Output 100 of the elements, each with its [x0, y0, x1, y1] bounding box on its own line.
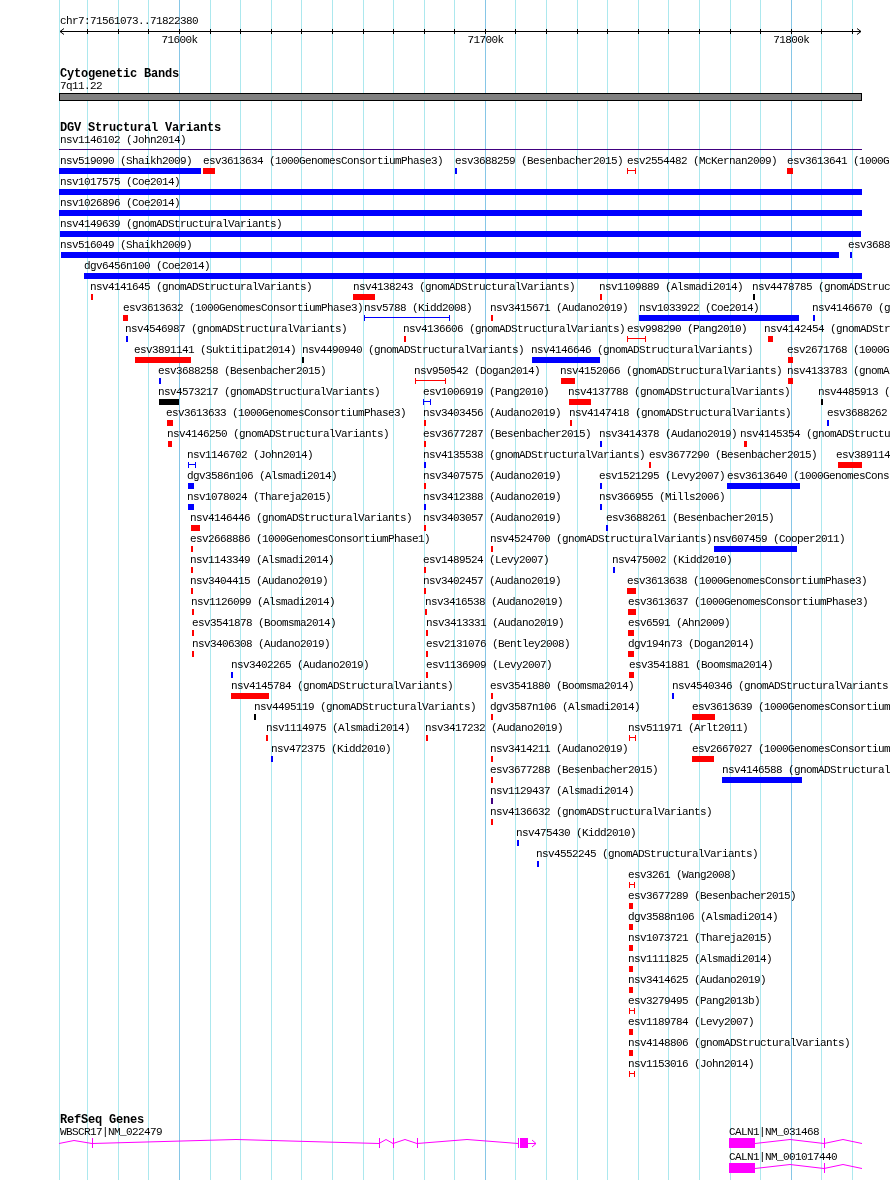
gene-label: WBSCR17|NM_022479: [60, 1126, 163, 1138]
variant-label: nsv4540346 (gnomADStructuralVariants: [672, 680, 889, 693]
variant-label: nsv4138243 (gnomADStructuralVariants): [353, 281, 576, 294]
variant-label: esv3688259 (Besenbacher2015): [455, 155, 624, 168]
variant-label: nsv4478785 (gnomADStruc: [752, 281, 890, 294]
variant-label: nsv511971 (Arlt2011): [628, 722, 749, 735]
variant-label: nsv3403456 (Audano2019): [423, 407, 562, 420]
variant-label: nsv475002 (Kidd2010): [612, 554, 733, 567]
variant-label: nsv1143349 (Alsmadi2014): [190, 554, 335, 567]
tick-label: 71600k: [161, 34, 198, 47]
track-title: DGV Structural Variants: [60, 122, 222, 134]
variant-label: nsv472375 (Kidd2010): [271, 743, 392, 756]
variant-label: esv3613634 (1000GenomesConsortiumPhase3): [203, 155, 444, 168]
variant-label: esv3613638 (1000GenomesConsortiumPhase3): [627, 575, 868, 588]
variant-label: nsv4524700 (gnomADStructuralVariants): [490, 533, 713, 546]
variant-label: nsv1146102 (John2014): [60, 134, 187, 147]
variant-label: esv1189784 (Levy2007): [628, 1016, 755, 1029]
variant-label: nsv3402265 (Audano2019): [231, 659, 370, 672]
variant-label: esv3613640 (1000GenomesCons: [727, 470, 890, 483]
band-label: 7q11.22: [60, 80, 102, 92]
variant-label: nsv4136632 (gnomADStructuralVariants): [490, 806, 713, 819]
variant-label: esv2667027 (1000GenomesConsortium: [692, 743, 890, 756]
variant-label: esv3677288 (Besenbacher2015): [490, 764, 659, 777]
variant-label: nsv4495119 (gnomADStructuralVariants): [254, 701, 477, 714]
variant-label: nsv519090 (Shaikh2009): [60, 155, 193, 168]
variant-label: nsv4146646 (gnomADStructuralVariants): [531, 344, 754, 357]
variant-label: nsv3402457 (Audano2019): [423, 575, 562, 588]
tick-label: 71700k: [467, 34, 504, 47]
variant-label: dgv194n73 (Dogan2014): [628, 638, 755, 651]
variant-label: nsv516049 (Shaikh2009): [60, 239, 193, 252]
variant-label: nsv4145784 (gnomADStructuralVariants): [231, 680, 454, 693]
variant-label: nsv1078024 (Thareja2015): [187, 491, 332, 504]
variant-label: esv3279495 (Pang2013b): [628, 995, 761, 1008]
variant-label: esv3677287 (Besenbacher2015): [423, 428, 592, 441]
variant-label: esv3613632 (1000GenomesConsortiumPhase3): [123, 302, 364, 315]
variant-label: esv3891141 (Suktitipat2014): [134, 344, 297, 357]
variant-label: nsv1126099 (Alsmadi2014): [191, 596, 336, 609]
tick-label: 71800k: [773, 34, 810, 47]
variant-label: nsv4146670 (g: [812, 302, 890, 315]
variant-label: nsv950542 (Dogan2014): [414, 365, 541, 378]
variant-label: dgv3586n106 (Alsmadi2014): [187, 470, 338, 483]
variant-label: nsv4149639 (gnomADStructuralVariants): [60, 218, 283, 231]
variant-label: nsv1146702 (John2014): [187, 449, 314, 462]
variant-label: esv1136909 (Levy2007): [426, 659, 553, 672]
variant-label: nsv4573217 (gnomADStructuralVariants): [158, 386, 381, 399]
variant-label: esv3613639 (1000GenomesConsortium: [692, 701, 890, 714]
gene-label: CALN1|NM_031468: [729, 1126, 820, 1138]
variant-label: nsv4546987 (gnomADStructuralVariants): [125, 323, 348, 336]
variant-label: nsv1073721 (Thareja2015): [628, 932, 773, 945]
variant-label: nsv1033922 (Coe2014): [639, 302, 760, 315]
variant-label: nsv4148806 (gnomADStructuralVariants): [628, 1037, 851, 1050]
variant-label: nsv1026896 (Coe2014): [60, 197, 181, 210]
variant-label: esv1521295 (Levy2007): [599, 470, 726, 483]
variant-label: nsv475430 (Kidd2010): [516, 827, 637, 840]
gene-label: CALN1|NM_001017440: [729, 1151, 838, 1163]
variant-label: esv3541880 (Boomsma2014): [490, 680, 635, 693]
variant-label: nsv3415671 (Audano2019): [490, 302, 629, 315]
variant-label: nsv4146588 (gnomADStructural: [722, 764, 890, 777]
variant-label: nsv3412388 (Audano2019): [423, 491, 562, 504]
variant-label: nsv4142454 (gnomADStr: [764, 323, 890, 336]
variant-label: esv3688261 (Besenbacher2015): [606, 512, 775, 525]
variant-label: nsv4145354 (gnomADStructu: [740, 428, 890, 441]
variant-label: nsv4147418 (gnomADStructuralVariants): [569, 407, 792, 420]
variant-label: nsv366955 (Mills2006): [599, 491, 726, 504]
coordinate-range-label: chr7:71561073..71822380: [60, 15, 199, 28]
variant-label: esv1489524 (Levy2007): [423, 554, 550, 567]
variant-label: nsv4490940 (gnomADStructuralVariants): [302, 344, 525, 357]
variant-label: esv2671768 (1000G: [787, 344, 890, 357]
variant-label: esv3541878 (Boomsma2014): [192, 617, 337, 630]
variant-label: nsv3417232 (Audano2019): [425, 722, 564, 735]
variant-label: nsv1129437 (Alsmadi2014): [490, 785, 635, 798]
variant-label: esv389114: [836, 449, 890, 462]
variant-label: nsv1111825 (Alsmadi2014): [628, 953, 773, 966]
variant-label: nsv4136606 (gnomADStructuralVariants): [403, 323, 626, 336]
variant-label: esv3688258 (Besenbacher2015): [158, 365, 327, 378]
variant-label: nsv4152066 (gnomADStructuralVariants): [560, 365, 783, 378]
variant-label: nsv3407575 (Audano2019): [423, 470, 562, 483]
variant-label: nsv4133783 (gnomA: [787, 365, 890, 378]
variant-label: esv3677290 (Besenbacher2015): [649, 449, 818, 462]
variant-label: nsv4135538 (gnomADStructuralVariants): [423, 449, 646, 462]
variant-label: dgv3588n106 (Alsmadi2014): [628, 911, 779, 924]
track-title: RefSeq Genes: [60, 1114, 144, 1126]
variant-label: nsv3414211 (Audano2019): [490, 743, 629, 756]
variant-label: nsv4146250 (gnomADStructuralVariants): [167, 428, 390, 441]
variant-label: nsv3414625 (Audano2019): [628, 974, 767, 987]
variant-label: dgv3587n106 (Alsmadi2014): [490, 701, 641, 714]
variant-label: esv6591 (Ahn2009): [628, 617, 731, 630]
variant-label: dgv6456n100 (Coe2014): [84, 260, 211, 273]
variant-label: nsv1114975 (Alsmadi2014): [266, 722, 411, 735]
variant-label: nsv3416538 (Audano2019): [425, 596, 564, 609]
variant-label: esv2668886 (1000GenomesConsortiumPhase1): [190, 533, 431, 546]
variant-label: esv3261 (Wang2008): [628, 869, 737, 882]
variant-label: esv2131076 (Bentley2008): [426, 638, 571, 651]
variant-label: esv3613641 (1000G: [787, 155, 890, 168]
variant-label: esv2554482 (McKernan2009): [627, 155, 778, 168]
variant-label: nsv1153016 (John2014): [628, 1058, 755, 1071]
variant-label: esv998290 (Pang2010): [627, 323, 748, 336]
variant-label: esv3677289 (Besenbacher2015): [628, 890, 797, 903]
variant-label: nsv3403057 (Audano2019): [423, 512, 562, 525]
variant-label: nsv1109889 (Alsmadi2014): [599, 281, 744, 294]
